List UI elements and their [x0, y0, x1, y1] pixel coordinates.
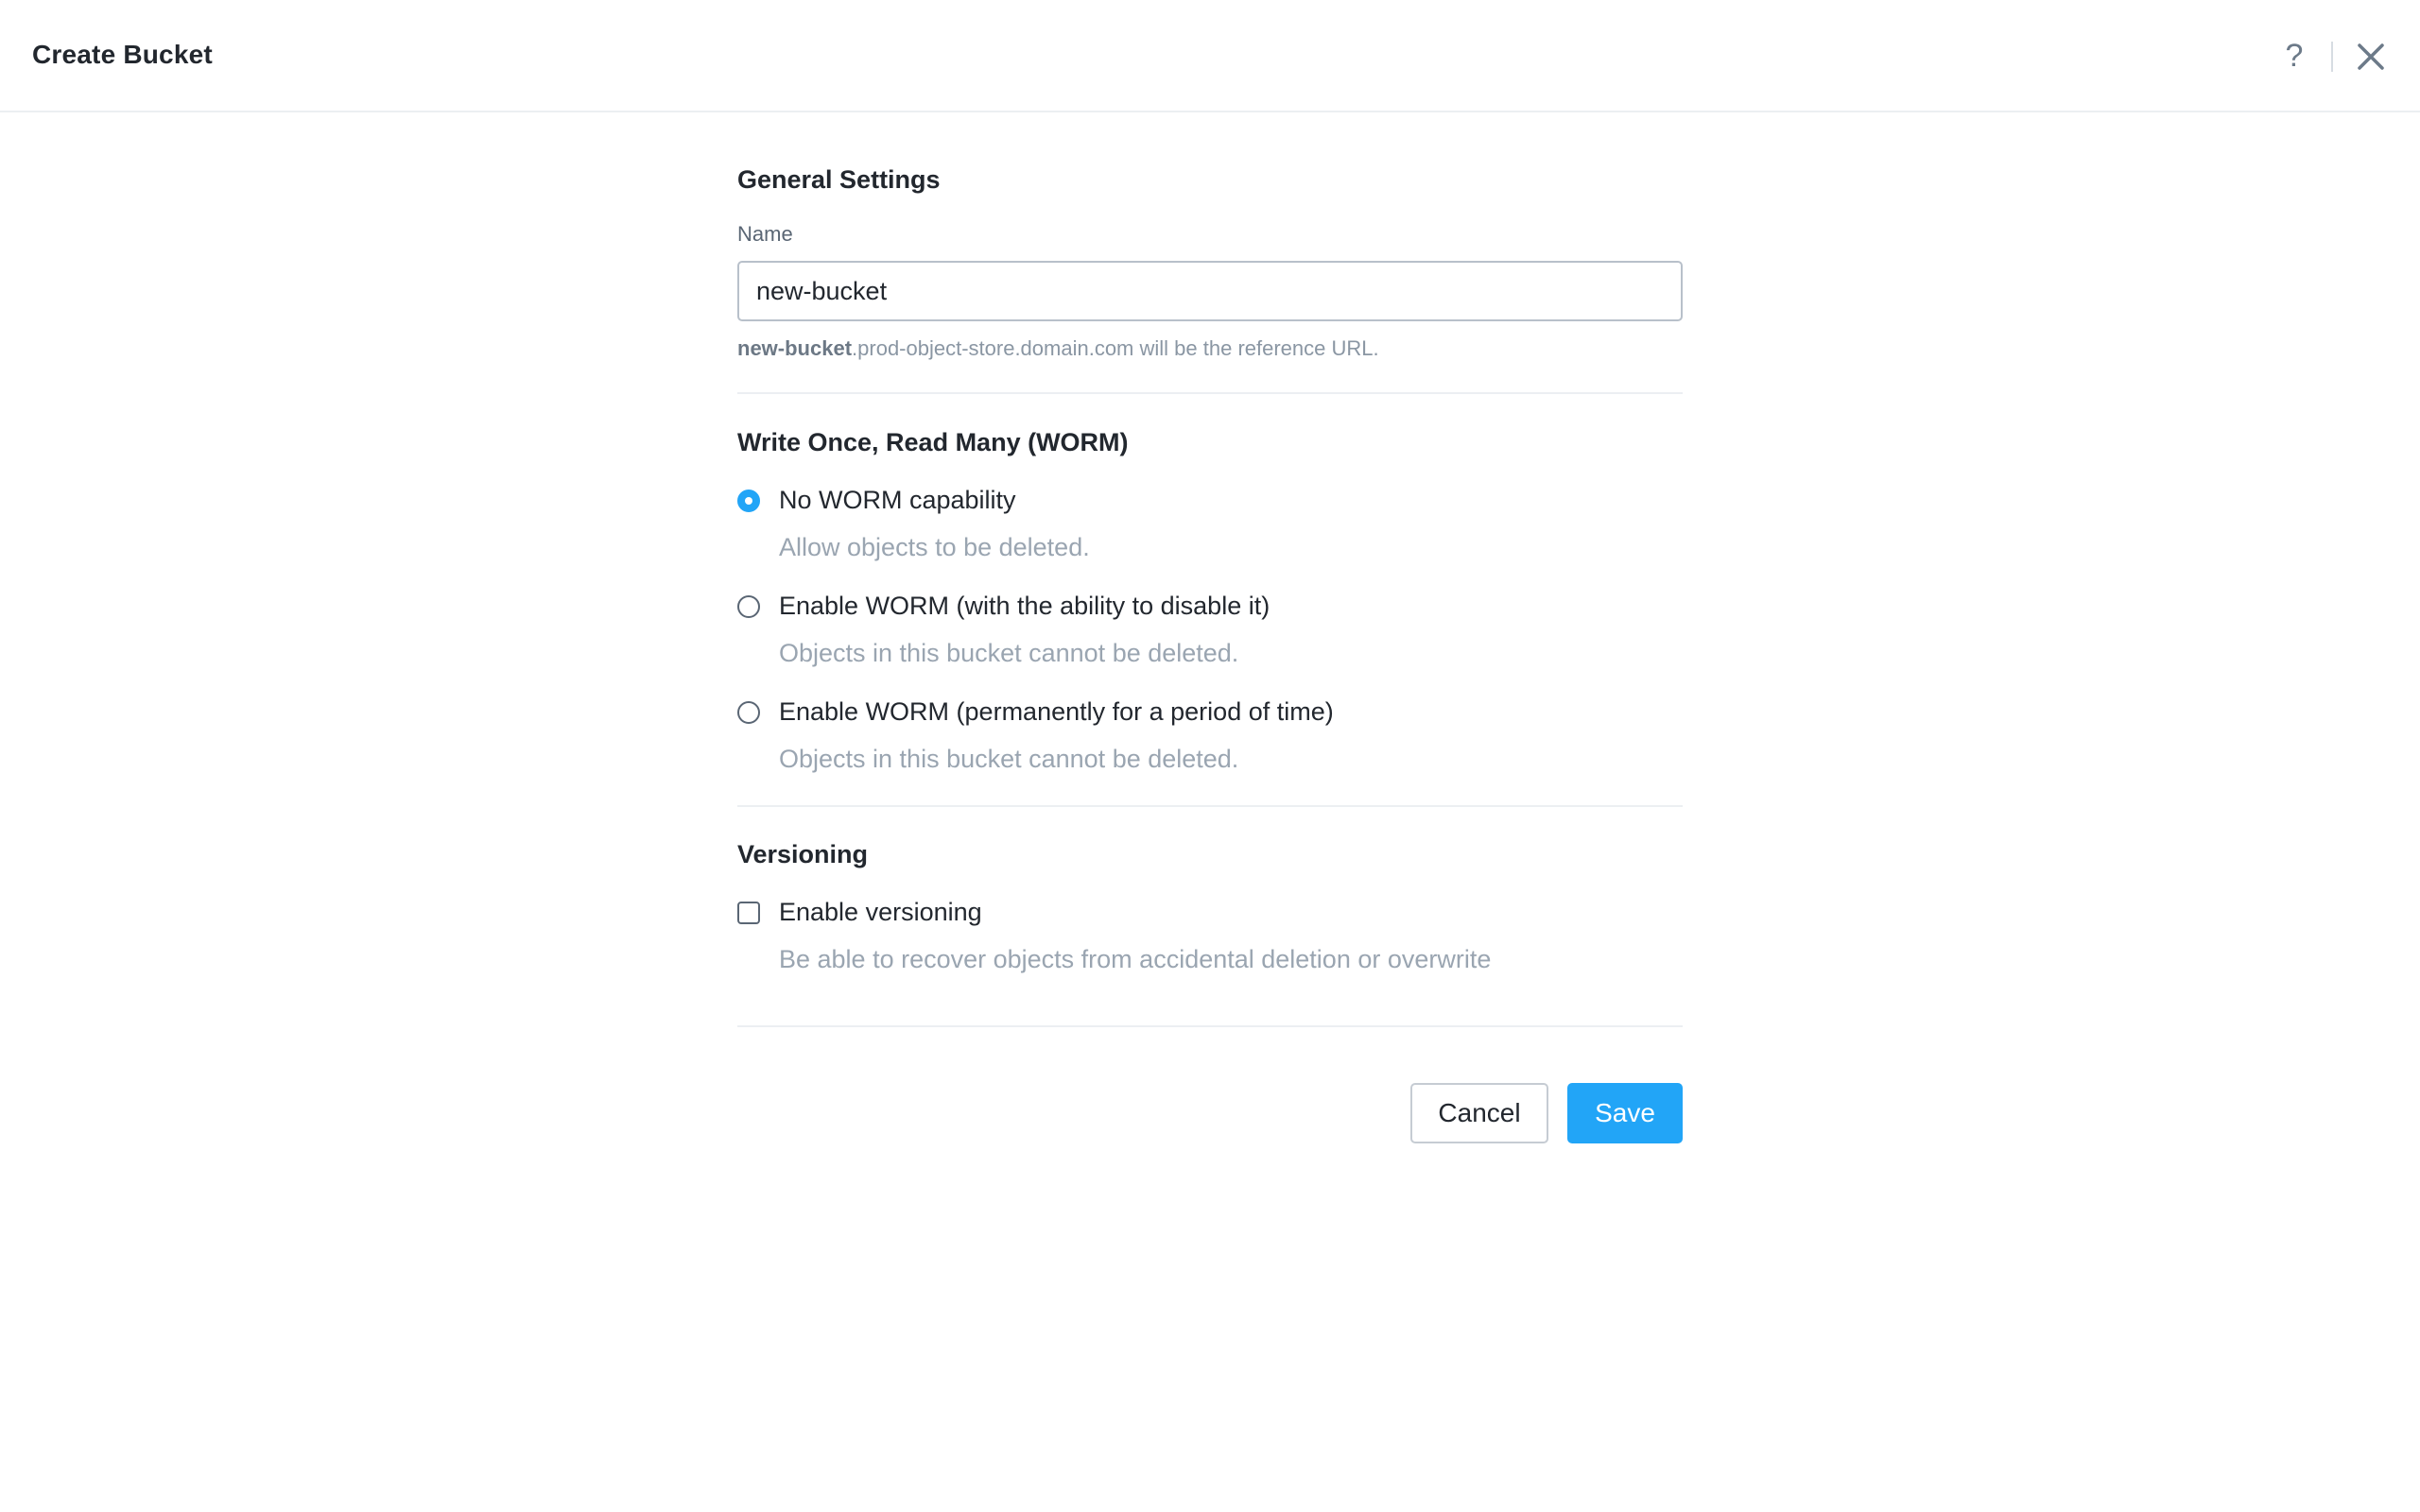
save-button[interactable]: Save: [1567, 1083, 1683, 1143]
worm-option-description: Allow objects to be deleted.: [779, 533, 1090, 561]
worm-option-label: Enable WORM (permanently for a period of…: [779, 697, 1334, 726]
section-divider: [737, 805, 1683, 807]
worm-option-disableable[interactable]: Enable WORM (with the ability to disable…: [737, 586, 1683, 627]
dialog-header: Create Bucket ?: [0, 0, 2420, 112]
worm-heading: Write Once, Read Many (WORM): [737, 428, 1129, 456]
versioning-label: Enable versioning: [779, 898, 982, 926]
radio-button-selected[interactable]: [737, 490, 760, 512]
bucket-name-input[interactable]: [737, 261, 1683, 321]
versioning-description: Be able to recover objects from accident…: [779, 945, 1492, 973]
name-label: Name: [737, 222, 793, 246]
worm-option-label: Enable WORM (with the ability to disable…: [779, 592, 1270, 620]
versioning-heading: Versioning: [737, 840, 869, 868]
versioning-checkbox[interactable]: [737, 902, 760, 924]
footer-divider: [737, 1025, 1683, 1027]
header-divider: [2331, 42, 2333, 72]
enable-versioning-option[interactable]: Enable versioning: [737, 892, 1683, 934]
close-icon[interactable]: [2354, 40, 2388, 74]
worm-option-description: Objects in this bucket cannot be deleted…: [779, 745, 1239, 773]
worm-option-none[interactable]: No WORM capability: [737, 480, 1683, 522]
help-icon[interactable]: ?: [2278, 36, 2310, 76]
radio-button[interactable]: [737, 595, 760, 618]
reference-url-text: .prod-object-store.domain.com will be th…: [852, 336, 1379, 360]
worm-option-permanent[interactable]: Enable WORM (permanently for a period of…: [737, 692, 1683, 733]
reference-bucket-name: new-bucket: [737, 336, 853, 360]
dialog-title: Create Bucket: [32, 40, 213, 69]
general-settings-heading: General Settings: [737, 165, 941, 194]
worm-option-label: No WORM capability: [779, 486, 1016, 514]
worm-option-description: Objects in this bucket cannot be deleted…: [779, 639, 1239, 667]
section-divider: [737, 392, 1683, 394]
cancel-button[interactable]: Cancel: [1410, 1083, 1548, 1143]
radio-button[interactable]: [737, 701, 760, 724]
reference-url-hint: new-bucket.prod-object-store.domain.com …: [737, 336, 1379, 361]
